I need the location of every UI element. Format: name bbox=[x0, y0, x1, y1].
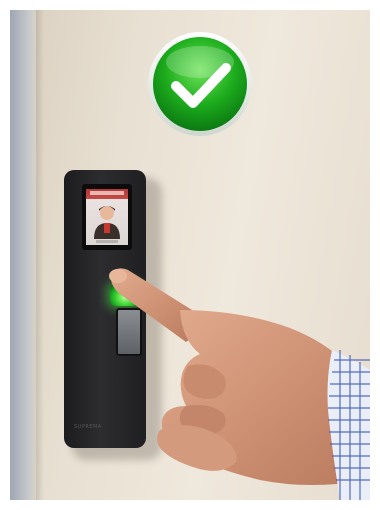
hand bbox=[109, 268, 370, 500]
photo: SUPREMA bbox=[10, 10, 370, 500]
